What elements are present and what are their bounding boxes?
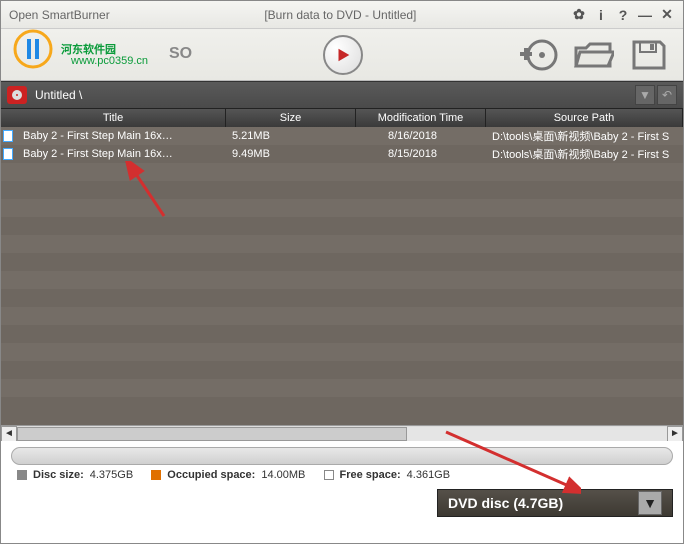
disc-size-value: 4.375GB bbox=[90, 469, 133, 481]
table-row[interactable]: Baby 2 - First Step Main 16x… 9.49MB 8/1… bbox=[1, 145, 683, 163]
table-row-empty bbox=[1, 379, 683, 397]
free-label: Free space: bbox=[340, 469, 401, 481]
document-title: [Burn data to DVD - Untitled] bbox=[110, 8, 571, 22]
settings-icon[interactable]: ✿ bbox=[571, 7, 587, 23]
table-row-empty bbox=[1, 163, 683, 181]
add-disc-button[interactable] bbox=[513, 35, 561, 75]
file-table: Title Size Modification Time Source Path… bbox=[1, 109, 683, 441]
info-icon[interactable]: i bbox=[593, 7, 609, 23]
cell-title: Baby 2 - First Step Main 16x… bbox=[17, 130, 226, 142]
col-mod[interactable]: Modification Time bbox=[356, 109, 486, 127]
occupied-value: 14.00MB bbox=[261, 469, 305, 481]
help-icon[interactable]: ? bbox=[615, 7, 631, 23]
chevron-down-icon[interactable]: ▼ bbox=[638, 491, 662, 515]
watermark-url: www.pc0359.cn bbox=[71, 55, 148, 67]
disc-info: Disc size: 4.375GB Occupied space: 14.00… bbox=[1, 467, 683, 483]
disc-type-label: DVD disc (4.7GB) bbox=[448, 495, 563, 511]
table-row-empty bbox=[1, 307, 683, 325]
cell-size: 5.21MB bbox=[226, 130, 356, 142]
disc-size-swatch bbox=[17, 470, 27, 480]
disc-type-select[interactable]: DVD disc (4.7GB) ▼ bbox=[437, 489, 673, 517]
scroll-right-icon[interactable]: ► bbox=[667, 426, 683, 442]
cell-mod: 8/16/2018 bbox=[356, 130, 486, 142]
table-row[interactable]: Baby 2 - First Step Main 16x… 5.21MB 8/1… bbox=[1, 127, 683, 145]
table-row-empty bbox=[1, 235, 683, 253]
table-row-empty bbox=[1, 289, 683, 307]
scroll-thumb[interactable] bbox=[17, 427, 407, 441]
table-row-empty bbox=[1, 343, 683, 361]
save-button[interactable] bbox=[625, 35, 673, 75]
app-title: Open SmartBurner bbox=[9, 8, 110, 22]
disc-size-label: Disc size: bbox=[33, 469, 84, 481]
col-size[interactable]: Size bbox=[226, 109, 356, 127]
cell-title: Baby 2 - First Step Main 16x… bbox=[17, 148, 226, 160]
capacity-bar bbox=[11, 447, 673, 465]
breadcrumb: Untitled \ ▼ ↶ bbox=[1, 81, 683, 109]
minimize-icon[interactable]: — bbox=[637, 7, 653, 23]
table-row-empty bbox=[1, 217, 683, 235]
burn-button[interactable] bbox=[323, 35, 363, 75]
open-folder-button[interactable] bbox=[569, 35, 617, 75]
occupied-label: Occupied space: bbox=[167, 469, 255, 481]
table-row-empty bbox=[1, 253, 683, 271]
cell-path: D:\tools\桌面\新视频\Baby 2 - First S bbox=[486, 128, 683, 144]
occupied-swatch bbox=[151, 470, 161, 480]
table-header: Title Size Modification Time Source Path bbox=[1, 109, 683, 127]
table-row-empty bbox=[1, 271, 683, 289]
down-button[interactable]: ▼ bbox=[635, 85, 655, 105]
file-icon bbox=[1, 130, 17, 142]
up-button[interactable]: ↶ bbox=[657, 85, 677, 105]
table-row-empty bbox=[1, 325, 683, 343]
table-row-empty bbox=[1, 397, 683, 415]
dvd-icon bbox=[7, 86, 27, 104]
titlebar: Open SmartBurner [Burn data to DVD - Unt… bbox=[1, 1, 683, 29]
col-path[interactable]: Source Path bbox=[486, 109, 683, 127]
cell-mod: 8/15/2018 bbox=[356, 148, 486, 160]
col-title[interactable]: Title bbox=[1, 109, 226, 127]
breadcrumb-path[interactable]: Untitled \ bbox=[35, 88, 635, 102]
cell-path: D:\tools\桌面\新视频\Baby 2 - First S bbox=[486, 146, 683, 162]
file-icon bbox=[1, 148, 17, 160]
horizontal-scrollbar[interactable]: ◄ ► bbox=[1, 425, 683, 441]
scroll-left-icon[interactable]: ◄ bbox=[1, 426, 17, 442]
table-row-empty bbox=[1, 181, 683, 199]
iso-label: SO bbox=[169, 45, 192, 63]
window-controls: ✿ i ? — ✕ bbox=[571, 7, 675, 23]
table-row-empty bbox=[1, 199, 683, 217]
free-swatch bbox=[324, 470, 334, 480]
table-row-empty bbox=[1, 361, 683, 379]
free-value: 4.361GB bbox=[407, 469, 450, 481]
scroll-track[interactable] bbox=[17, 427, 667, 441]
toolbar: 河东软件园 www.pc0359.cn SO bbox=[1, 29, 683, 81]
cell-size: 9.49MB bbox=[226, 148, 356, 160]
close-icon[interactable]: ✕ bbox=[659, 7, 675, 23]
